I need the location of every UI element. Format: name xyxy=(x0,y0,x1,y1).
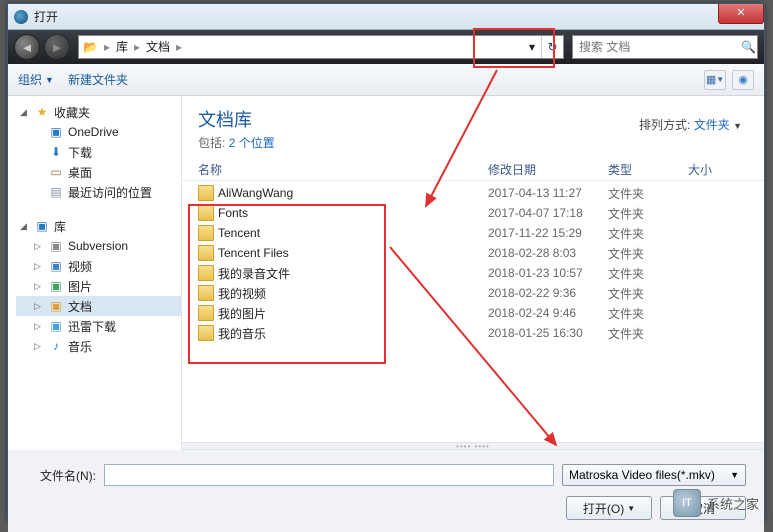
file-date: 2018-02-28 8:03 xyxy=(488,246,608,260)
search-input[interactable] xyxy=(573,40,740,54)
view-menu[interactable]: ▦ ▼ xyxy=(704,70,726,90)
file-name: 我的音乐 xyxy=(218,325,488,342)
file-row[interactable]: Fonts2017-04-07 17:18文件夹 xyxy=(198,203,748,223)
file-type: 文件夹 xyxy=(608,205,688,222)
folder-icon xyxy=(198,245,214,261)
col-size[interactable]: 大小 xyxy=(688,161,748,178)
file-name: Tencent xyxy=(218,226,488,240)
sidebar-item-downloads[interactable]: ⬇下载 xyxy=(16,142,181,162)
file-date: 2017-11-22 15:29 xyxy=(488,226,608,240)
file-row[interactable]: Tencent2017-11-22 15:29文件夹 xyxy=(198,223,748,243)
sidebar-item-recent[interactable]: ▤最近访问的位置 xyxy=(16,182,181,202)
folder-icon xyxy=(198,285,214,301)
file-type: 文件夹 xyxy=(608,185,688,202)
file-date: 2018-02-24 9:46 xyxy=(488,306,608,320)
toolbar: 组织 ▼ 新建文件夹 ▦ ▼ ◉ xyxy=(8,64,764,96)
folder-icon xyxy=(198,265,214,281)
file-row[interactable]: 我的音乐2018-01-25 16:30文件夹 xyxy=(198,323,748,343)
filetype-dropdown[interactable]: Matroska Video files(*.mkv)▼ xyxy=(562,464,746,486)
forward-button[interactable]: ► xyxy=(44,34,70,60)
file-name: AliWangWang xyxy=(218,186,488,200)
footer: 文件名(N): Matroska Video files(*.mkv)▼ 打开(… xyxy=(8,450,764,532)
address-dropdown[interactable]: ▾ xyxy=(523,40,541,54)
file-row[interactable]: 我的图片2018-02-24 9:46文件夹 xyxy=(198,303,748,323)
file-list-pane: 文档库 包括: 2 个位置 排列方式: 文件夹 ▼ 名称 修改日期 类型 大小 … xyxy=(182,96,764,450)
file-row[interactable]: 我的录音文件2018-01-23 10:57文件夹 xyxy=(198,263,748,283)
open-button[interactable]: 打开(O) ▼ xyxy=(566,496,652,520)
file-type: 文件夹 xyxy=(608,265,688,282)
col-modified[interactable]: 修改日期 xyxy=(488,161,608,178)
folder-icon xyxy=(198,185,214,201)
open-dialog: 打开 ✕ ◄ ► 📂 ▸ 库 ▸ 文档 ▸ ▾ ↻ 🔍 组织 ▼ 新建文件夹 ▦… xyxy=(7,3,765,520)
file-name: 我的视频 xyxy=(218,285,488,302)
folder-icon xyxy=(198,325,214,341)
folder-icon xyxy=(198,205,214,221)
preview-pane-splitter[interactable]: •••• •••• xyxy=(182,442,764,450)
organize-menu[interactable]: 组织 ▼ xyxy=(18,71,54,88)
file-row[interactable]: 我的视频2018-02-22 9:36文件夹 xyxy=(198,283,748,303)
file-name: Tencent Files xyxy=(218,246,488,260)
file-name: Fonts xyxy=(218,206,488,220)
file-type: 文件夹 xyxy=(608,325,688,342)
locations-link[interactable]: 2 个位置 xyxy=(229,136,275,150)
filename-label: 文件名(N): xyxy=(26,467,96,484)
file-type: 文件夹 xyxy=(608,245,688,262)
file-type: 文件夹 xyxy=(608,305,688,322)
file-row[interactable]: Tencent Files2018-02-28 8:03文件夹 xyxy=(198,243,748,263)
titlebar: 打开 ✕ xyxy=(8,4,764,30)
libraries-group[interactable]: ◢▣库 xyxy=(16,216,181,236)
file-date: 2017-04-07 17:18 xyxy=(488,206,608,220)
column-headers[interactable]: 名称 修改日期 类型 大小 xyxy=(182,157,764,181)
address-bar[interactable]: 📂 ▸ 库 ▸ 文档 ▸ ▾ ↻ xyxy=(78,35,564,59)
search-icon[interactable]: 🔍 xyxy=(740,40,757,54)
col-name[interactable]: 名称 xyxy=(198,161,488,178)
file-row[interactable]: AliWangWang2017-04-13 11:27文件夹 xyxy=(198,183,748,203)
favorites-group[interactable]: ◢★收藏夹 xyxy=(16,102,181,122)
file-date: 2018-01-23 10:57 xyxy=(488,266,608,280)
sidebar-item-videos[interactable]: ▷▣视频 xyxy=(16,256,181,276)
sidebar-item-music[interactable]: ▷♪音乐 xyxy=(16,336,181,356)
new-folder-button[interactable]: 新建文件夹 xyxy=(68,71,128,88)
arrange-by[interactable]: 排列方式: 文件夹 ▼ xyxy=(639,116,742,133)
back-button[interactable]: ◄ xyxy=(14,34,40,60)
file-type: 文件夹 xyxy=(608,225,688,242)
col-type[interactable]: 类型 xyxy=(608,161,688,178)
watermark-icon: IT xyxy=(673,489,701,517)
navigation-bar: ◄ ► 📂 ▸ 库 ▸ 文档 ▸ ▾ ↻ 🔍 xyxy=(8,30,764,64)
file-list: AliWangWang2017-04-13 11:27文件夹Fonts2017-… xyxy=(182,181,764,345)
file-date: 2018-01-25 16:30 xyxy=(488,326,608,340)
watermark: IT 系统之家 xyxy=(673,489,759,517)
file-name: 我的录音文件 xyxy=(218,265,488,282)
sidebar-item-documents[interactable]: ▷▣文档 xyxy=(16,296,181,316)
sidebar-item-pictures[interactable]: ▷▣图片 xyxy=(16,276,181,296)
search-box[interactable]: 🔍 xyxy=(572,35,758,59)
file-date: 2018-02-22 9:36 xyxy=(488,286,608,300)
close-button[interactable]: ✕ xyxy=(718,4,764,24)
sidebar-item-onedrive[interactable]: ▣OneDrive xyxy=(16,122,181,142)
path-seg-0[interactable]: 库 xyxy=(110,36,134,58)
sidebar-item-subversion[interactable]: ▷▣Subversion xyxy=(16,236,181,256)
file-date: 2017-04-13 11:27 xyxy=(488,186,608,200)
help-button[interactable]: ◉ xyxy=(732,70,754,90)
sidebar-item-xunlei[interactable]: ▷▣迅雷下载 xyxy=(16,316,181,336)
filename-input[interactable] xyxy=(104,464,554,486)
refresh-button[interactable]: ↻ xyxy=(541,36,563,58)
window-title: 打开 xyxy=(34,8,58,25)
file-type: 文件夹 xyxy=(608,285,688,302)
navigation-pane: ◢★收藏夹 ▣OneDrive ⬇下载 ▭桌面 ▤最近访问的位置 ◢▣库 ▷▣S… xyxy=(8,96,182,450)
sidebar-item-desktop[interactable]: ▭桌面 xyxy=(16,162,181,182)
path-seg-1[interactable]: 文档 xyxy=(140,36,176,58)
file-name: 我的图片 xyxy=(218,305,488,322)
folder-icon xyxy=(198,225,214,241)
app-icon xyxy=(14,10,28,24)
folder-icon xyxy=(198,305,214,321)
